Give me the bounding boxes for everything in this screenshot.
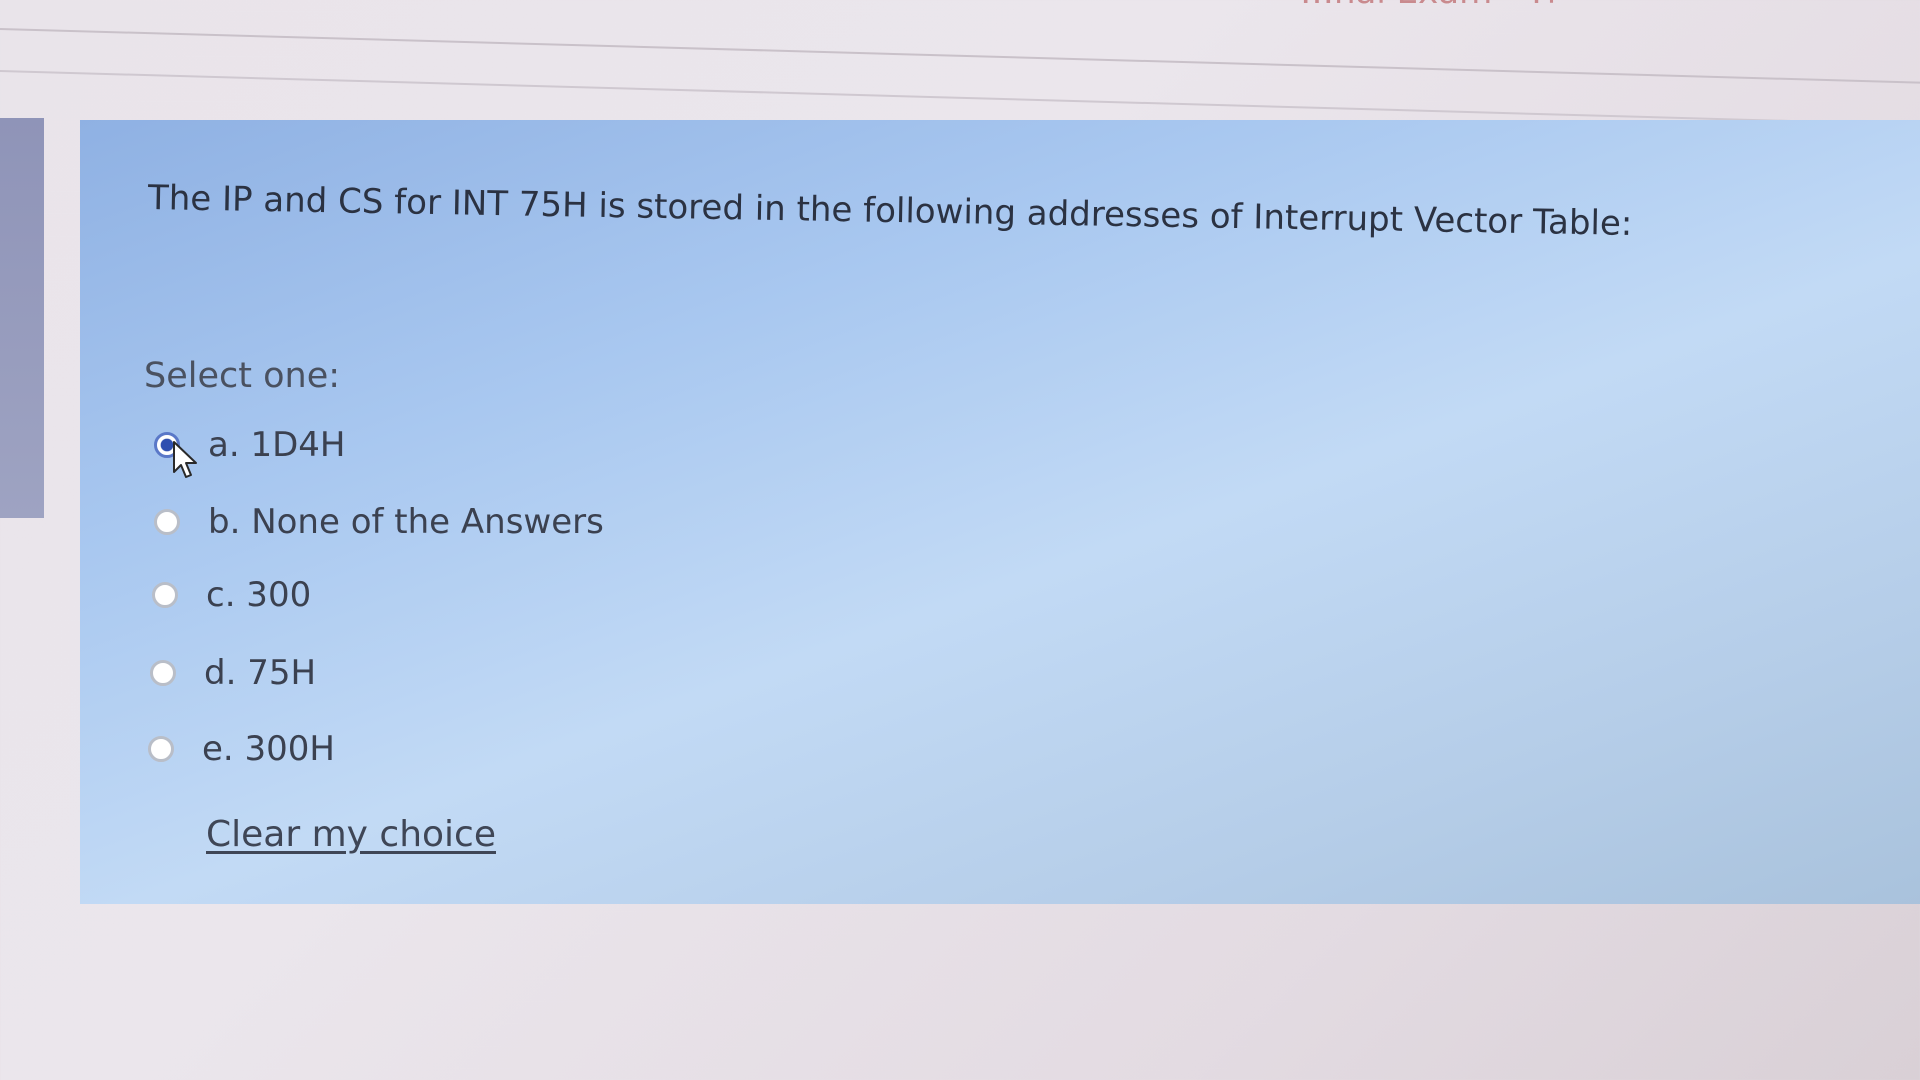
option-c[interactable]: c. 300 [152, 570, 311, 620]
radio-option-e[interactable] [148, 736, 174, 762]
option-d[interactable]: d. 75H [150, 648, 316, 698]
option-b-label: b. None of the Answers [208, 502, 604, 542]
header-divider-secondary [0, 70, 1920, 127]
option-e-label: e. 300H [202, 729, 335, 769]
clear-choice-link[interactable]: Clear my choice [206, 814, 496, 855]
header-divider [0, 28, 1920, 85]
option-e[interactable]: e. 300H [148, 724, 335, 774]
option-c-label: c. 300 [206, 575, 312, 615]
option-d-label: d. 75H [204, 653, 317, 693]
page-background-footer [0, 904, 1920, 1080]
mouse-pointer-icon [173, 441, 197, 478]
question-info-block [0, 118, 44, 518]
page-header-title: …nal Exam - Theory [1300, 0, 1560, 12]
radio-option-c[interactable] [152, 582, 178, 608]
select-one-label: Select one: [144, 356, 341, 396]
option-b[interactable]: b. None of the Answers [154, 497, 604, 547]
radio-option-b[interactable] [154, 509, 180, 535]
radio-option-d[interactable] [150, 660, 176, 686]
option-a-label: a. 1D4H [208, 425, 346, 465]
